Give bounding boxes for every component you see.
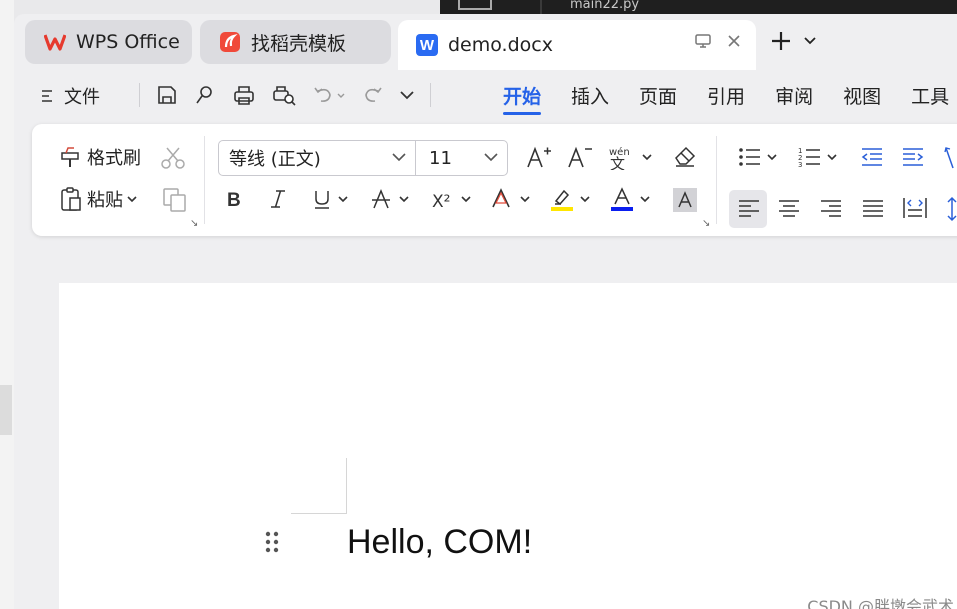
font-size-select[interactable]: 11 — [415, 140, 508, 176]
numbered-list-icon[interactable]: 123 — [798, 146, 840, 168]
tab-home[interactable]: 开始 — [503, 82, 542, 115]
tab-view[interactable]: 视图 — [843, 82, 881, 109]
tab-references[interactable]: 引用 — [707, 82, 745, 109]
print-icon[interactable] — [232, 84, 256, 106]
tab-label: WPS Office — [76, 31, 180, 53]
document-page[interactable]: Hello, COM! CSDN @胖墩会武术 — [59, 283, 957, 609]
tab-demo-docx[interactable]: W demo.docx — [398, 20, 756, 70]
save-icon[interactable] — [156, 84, 178, 106]
copy-icon[interactable] — [162, 187, 188, 213]
italic-icon[interactable] — [268, 188, 288, 210]
font-size-value: 11 — [429, 147, 452, 169]
phonetic-guide-icon[interactable]: wén 文 — [609, 144, 655, 170]
tab-review[interactable]: 审阅 — [775, 82, 813, 109]
redo-icon[interactable] — [362, 85, 384, 105]
paragraph-drag-handle-icon[interactable] — [265, 531, 279, 553]
line-spacing-icon[interactable] — [946, 196, 957, 222]
cut-icon[interactable] — [160, 146, 186, 170]
tab-page[interactable]: 页面 — [639, 82, 677, 109]
text-direction-icon[interactable] — [943, 146, 957, 170]
format-painter-button[interactable]: 格式刷 — [59, 144, 141, 170]
close-tab-icon[interactable] — [726, 33, 742, 49]
paste-button[interactable]: 粘贴 — [59, 186, 137, 212]
file-menu-label: 文件 — [64, 87, 100, 108]
file-menu-button[interactable]: 文件 — [40, 83, 100, 109]
undo-icon[interactable] — [312, 85, 346, 105]
character-shading-icon[interactable] — [673, 188, 697, 212]
clipboard-settings-icon[interactable]: ↘ — [190, 218, 198, 229]
wps-logo-icon — [44, 31, 66, 53]
format-painter-label: 格式刷 — [87, 148, 141, 169]
tab-label: 找稻壳模板 — [251, 32, 347, 55]
chevron-down-icon — [483, 149, 499, 165]
bullet-list-icon[interactable] — [738, 146, 780, 168]
export-pdf-icon[interactable] — [194, 84, 216, 106]
svg-text:文: 文 — [610, 155, 625, 170]
tab-docer-templates[interactable]: 找稻壳模板 — [200, 20, 391, 64]
new-tab-plus-icon[interactable] — [770, 30, 792, 52]
wps-window: WPS Office 找稻壳模板 W demo.docx 文件 开始 插入 页面… — [14, 14, 957, 609]
tab-wps-office[interactable]: WPS Office — [25, 20, 192, 64]
align-center-icon[interactable] — [778, 199, 800, 217]
svg-text:B: B — [227, 190, 241, 210]
font-name-value: 等线 (正文) — [229, 149, 321, 170]
group-divider — [204, 136, 205, 224]
paste-label: 粘贴 — [87, 190, 123, 211]
editor-tab-text: main22.py — [570, 0, 640, 12]
paste-options-chevron-icon — [127, 196, 137, 203]
decrease-font-size-icon[interactable] — [566, 144, 592, 170]
background-strip — [0, 385, 12, 435]
tab-list-chevron-icon[interactable] — [804, 37, 816, 45]
quick-access-bar: 文件 开始 插入 页面 引用 审阅 视图 工具 — [14, 70, 957, 122]
editor-panel-icon — [458, 0, 492, 10]
decrease-indent-icon[interactable] — [860, 146, 884, 168]
margin-crop-mark — [346, 458, 347, 514]
strikethrough-icon[interactable] — [371, 188, 411, 210]
group-divider — [716, 136, 717, 224]
chevron-down-icon — [391, 149, 407, 165]
underline-icon[interactable] — [312, 188, 350, 210]
margin-crop-mark — [291, 513, 347, 514]
svg-text:3: 3 — [798, 161, 802, 168]
home-ribbon-panel: 格式刷 粘贴 ↘ 等线 (正文) 11 wén 文 B X² ↘ 1 2 3 — [32, 124, 957, 236]
menu-lines-icon — [40, 88, 54, 104]
align-right-icon[interactable] — [820, 199, 842, 217]
tab-insert[interactable]: 插入 — [571, 82, 609, 109]
align-left-icon[interactable] — [738, 199, 760, 217]
toolbar-divider — [430, 83, 431, 107]
toolbar-divider — [139, 83, 140, 107]
tab-tools[interactable]: 工具 — [911, 82, 949, 109]
font-name-select[interactable]: 等线 (正文) — [218, 140, 416, 176]
format-painter-icon — [61, 147, 79, 167]
distributed-align-icon[interactable] — [902, 196, 928, 220]
highlight-color-icon[interactable] — [550, 187, 592, 213]
svg-text:X²: X² — [432, 192, 450, 211]
background-code-editor: main22.py — [440, 0, 957, 14]
watermark-text: CSDN @胖墩会武术 — [807, 597, 954, 609]
tab-label: demo.docx — [448, 34, 553, 56]
docer-logo-icon — [219, 31, 241, 53]
bold-icon[interactable]: B — [225, 188, 245, 210]
increase-indent-icon[interactable] — [901, 146, 925, 168]
increase-font-size-icon[interactable] — [525, 144, 551, 170]
more-chevron-icon[interactable] — [400, 90, 414, 100]
word-w-icon: W — [416, 34, 438, 56]
desktop-background-left — [0, 0, 14, 609]
window-mode-icon[interactable] — [694, 33, 712, 49]
justify-icon[interactable] — [862, 199, 884, 217]
font-settings-icon[interactable]: ↘ — [702, 218, 710, 229]
print-preview-icon[interactable] — [272, 84, 296, 106]
ribbon-tab-bar: 开始 插入 页面 引用 审阅 视图 工具 — [503, 82, 957, 115]
text-effect-icon[interactable] — [490, 187, 532, 211]
document-body-text[interactable]: Hello, COM! — [347, 523, 532, 562]
clear-formatting-eraser-icon[interactable] — [672, 144, 698, 168]
font-color-icon[interactable] — [610, 187, 652, 213]
superscript-icon[interactable]: X² — [431, 187, 473, 211]
editor-divider — [540, 0, 542, 14]
paste-icon — [61, 187, 81, 211]
